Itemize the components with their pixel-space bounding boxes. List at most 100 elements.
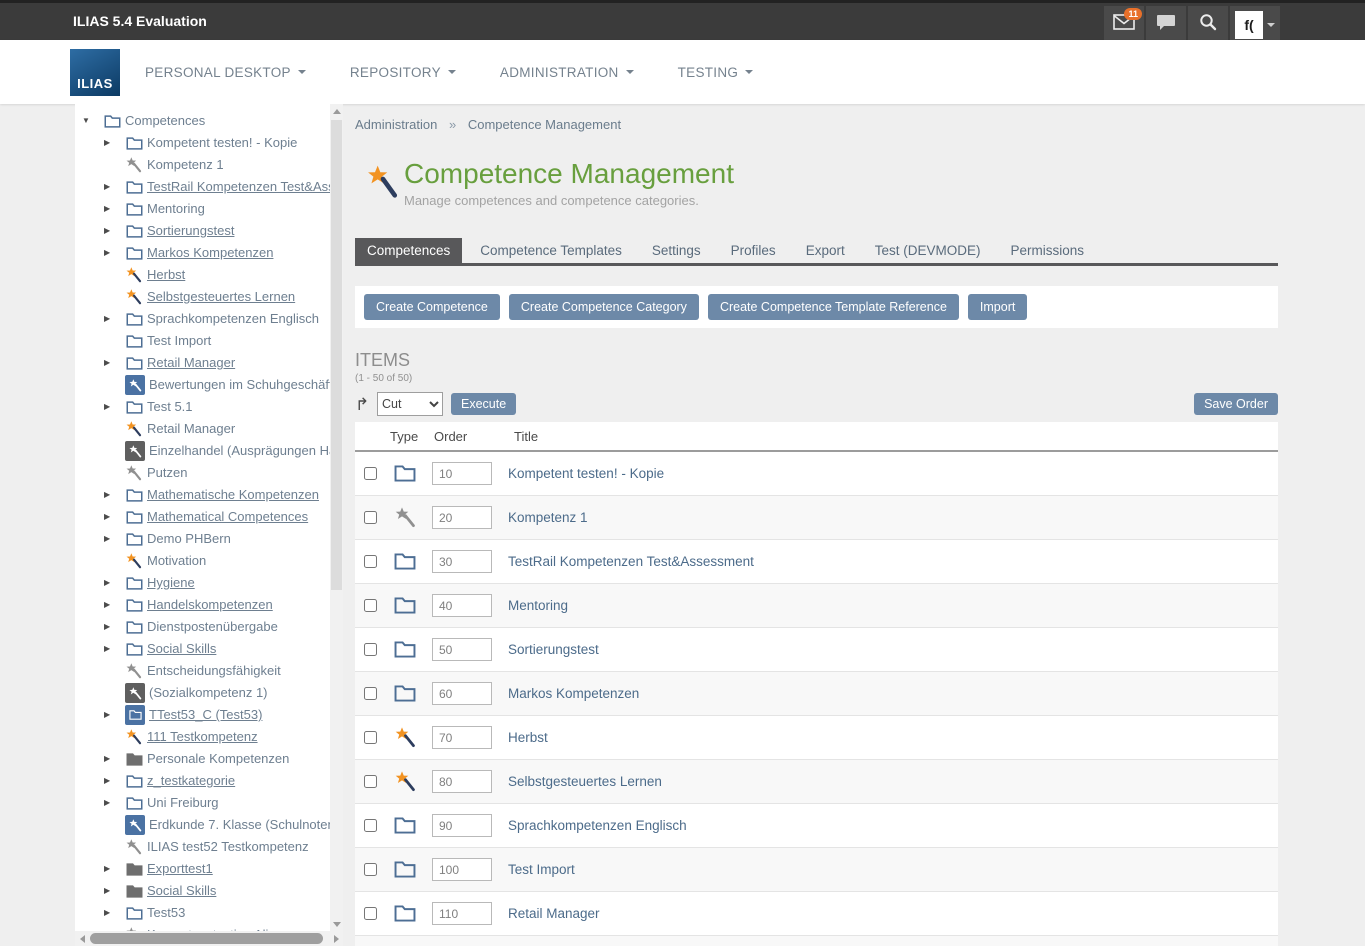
tree-item-label[interactable]: Handelskompetenzen: [147, 594, 273, 616]
tree-item-label[interactable]: Sortierungstest: [147, 220, 234, 242]
tree-item-label[interactable]: Sprachkompetenzen Englisch: [147, 308, 319, 330]
save-order-button[interactable]: Save Order: [1194, 393, 1278, 415]
tree-expand-icon[interactable]: ▶: [104, 572, 125, 594]
row-checkbox[interactable]: [364, 819, 377, 832]
mail-button[interactable]: 11: [1104, 6, 1144, 43]
create-competence-button[interactable]: Create Competence: [364, 294, 500, 320]
scrollbar-thumb[interactable]: [331, 120, 342, 590]
scroll-left-icon[interactable]: [75, 931, 89, 946]
tree-expand-icon[interactable]: ▶: [104, 198, 125, 220]
scroll-down-icon[interactable]: [330, 917, 343, 931]
row-title-link[interactable]: Kompetenz 1: [508, 510, 588, 525]
tree-expand-icon[interactable]: ▶: [104, 616, 125, 638]
tree-item-label[interactable]: Herbst: [147, 264, 185, 286]
row-title-link[interactable]: Kompetent testen! - Kopie: [508, 466, 664, 481]
row-checkbox[interactable]: [364, 599, 377, 612]
row-checkbox[interactable]: [364, 511, 377, 524]
tree-item-label[interactable]: Retail Manager: [147, 352, 235, 374]
tree-item-label[interactable]: Kompetent testen! - Kopie: [147, 132, 297, 154]
row-title-link[interactable]: Mentoring: [508, 598, 568, 613]
tree-vertical-scrollbar[interactable]: [330, 104, 343, 931]
search-button[interactable]: [1188, 6, 1228, 43]
tree-item-label[interactable]: Mathematical Competences: [147, 506, 308, 528]
tab-test-devmode-[interactable]: Test (DEVMODE): [863, 238, 993, 263]
tree-expand-icon[interactable]: ▶: [104, 242, 125, 264]
row-title-link[interactable]: Sprachkompetenzen Englisch: [508, 818, 687, 833]
tree-item-label[interactable]: Demo PHBern: [147, 528, 231, 550]
tree-expand-icon[interactable]: ▶: [104, 396, 125, 418]
row-checkbox[interactable]: [364, 467, 377, 480]
tree-item-label[interactable]: Putzen: [147, 462, 187, 484]
scroll-up-icon[interactable]: [330, 104, 343, 118]
tree-item-label[interactable]: z_testkategorie: [147, 770, 235, 792]
order-input[interactable]: [432, 770, 492, 793]
order-input[interactable]: [432, 814, 492, 837]
tree-expand-icon[interactable]: ▶: [104, 308, 125, 330]
chat-button[interactable]: [1146, 6, 1186, 43]
tree-item-label[interactable]: Kompetenz 1: [147, 154, 224, 176]
row-title-link[interactable]: Retail Manager: [508, 906, 600, 921]
tree-item-label[interactable]: Einzelhandel (Ausprägungen Hand: [149, 440, 330, 462]
tree-item-label[interactable]: Test Import: [147, 330, 211, 352]
tree-item-label[interactable]: (Sozialkompetenz 1): [149, 682, 268, 704]
select-all-arrow-icon[interactable]: ↱: [355, 396, 377, 413]
tree-expand-icon[interactable]: ▶: [104, 880, 125, 902]
tree-item-label[interactable]: Exporttest1: [147, 858, 213, 880]
ilias-logo[interactable]: ILIAS: [70, 49, 120, 96]
nav-menu-testing[interactable]: TESTING: [678, 65, 754, 80]
create-competence-template-reference-button[interactable]: Create Competence Template Reference: [708, 294, 959, 320]
tree-expand-icon[interactable]: ▶: [104, 638, 125, 660]
order-input[interactable]: [432, 682, 492, 705]
bulk-action-select[interactable]: Cut: [377, 392, 443, 416]
nav-menu-administration[interactable]: ADMINISTRATION: [500, 65, 634, 80]
tab-settings[interactable]: Settings: [640, 238, 713, 263]
row-title-link[interactable]: Test Import: [508, 862, 575, 877]
tree-expand-icon[interactable]: ▶: [104, 506, 125, 528]
tree-expand-icon[interactable]: ▶: [104, 792, 125, 814]
scrollbar-thumb[interactable]: [90, 933, 323, 944]
tab-export[interactable]: Export: [794, 238, 857, 263]
tree-item-label[interactable]: TestRail Kompetenzen Test&Assess: [147, 176, 330, 198]
tree-item-label[interactable]: Personale Kompetenzen: [147, 748, 289, 770]
tree-item-label[interactable]: Entscheidungsfähigkeit: [147, 660, 281, 682]
tab-competence-templates[interactable]: Competence Templates: [468, 238, 634, 263]
order-input[interactable]: [432, 506, 492, 529]
row-title-link[interactable]: Selbstgesteuertes Lernen: [508, 774, 662, 789]
execute-button[interactable]: Execute: [451, 393, 516, 415]
row-checkbox[interactable]: [364, 687, 377, 700]
tree-item-label[interactable]: TTest53_C (Test53): [149, 704, 262, 726]
tree-horizontal-scrollbar[interactable]: [75, 931, 343, 946]
user-menu-button[interactable]: f(: [1230, 6, 1280, 43]
tree-item-label[interactable]: Dienstpostenübergabe: [147, 616, 278, 638]
breadcrumb-administration[interactable]: Administration: [355, 117, 437, 132]
tab-permissions[interactable]: Permissions: [998, 238, 1096, 263]
tree-item-label[interactable]: Hygiene: [147, 572, 195, 594]
order-input[interactable]: [432, 858, 492, 881]
tab-profiles[interactable]: Profiles: [719, 238, 788, 263]
row-checkbox[interactable]: [364, 731, 377, 744]
create-competence-category-button[interactable]: Create Competence Category: [509, 294, 699, 320]
row-title-link[interactable]: TestRail Kompetenzen Test&Assessment: [508, 554, 754, 569]
tree-item-label[interactable]: Selbstgesteuertes Lernen: [147, 286, 295, 308]
tree-item-label[interactable]: Mathematische Kompetenzen: [147, 484, 319, 506]
tree-item-label[interactable]: ILIAS test52 Testkompetenz: [147, 836, 309, 858]
tree-expand-icon[interactable]: ▶: [104, 902, 125, 924]
tree-item-label[interactable]: Mentoring: [147, 198, 205, 220]
row-checkbox[interactable]: [364, 907, 377, 920]
tree-expand-icon[interactable]: ▶: [104, 770, 125, 792]
order-input[interactable]: [432, 462, 492, 485]
tree-collapse-icon[interactable]: ▼: [82, 110, 103, 132]
row-checkbox[interactable]: [364, 775, 377, 788]
tree-item-label[interactable]: Test 5.1: [147, 396, 193, 418]
scroll-right-icon[interactable]: [329, 931, 343, 946]
import-button[interactable]: Import: [968, 294, 1027, 320]
tree-item-label[interactable]: 111 Testkompetenz: [147, 726, 258, 748]
tree-item-label[interactable]: Erdkunde 7. Klasse (Schulnoten): [149, 814, 330, 836]
row-title-link[interactable]: Sortierungstest: [508, 642, 599, 657]
tree-expand-icon[interactable]: ▶: [104, 704, 125, 726]
row-title-link[interactable]: Markos Kompetenzen: [508, 686, 639, 701]
tree-item-label[interactable]: Test53: [147, 902, 185, 924]
tree-expand-icon[interactable]: ▶: [104, 594, 125, 616]
tree-item-label[interactable]: Markos Kompetenzen: [147, 242, 273, 264]
tree-expand-icon[interactable]: ▶: [104, 748, 125, 770]
